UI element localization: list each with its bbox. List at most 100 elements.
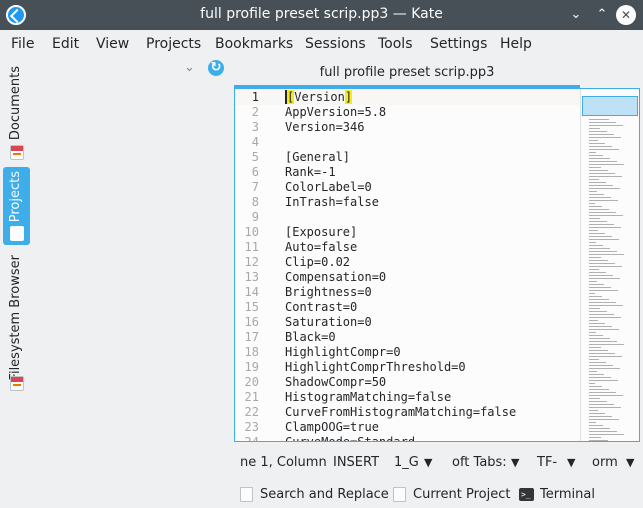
editor-line[interactable]: 3 Version=346 — [235, 120, 580, 135]
minimize-icon[interactable]: ⌄ — [566, 5, 586, 25]
editor-line[interactable]: 18 HighlightCompr=0 — [235, 345, 580, 360]
dictionary-selector[interactable]: 1_G — [394, 455, 419, 470]
editor-line[interactable]: 22 CurveFromHistogramMatching=false — [235, 405, 580, 420]
title-bar: full profile preset scrip.pp3 — Kate ⌄ ⌃… — [0, 0, 643, 30]
minimap-line — [589, 398, 600, 399]
editor-line[interactable]: 8 InTrash=false — [235, 195, 580, 210]
minimap-line — [589, 356, 622, 357]
minimap-line — [589, 239, 619, 240]
sidebar-tab-documents[interactable]: Documents — [3, 62, 30, 162]
minimap-line — [589, 233, 605, 234]
editor-line[interactable]: 10 [Exposure] — [235, 225, 580, 240]
editor-line[interactable]: 4 — [235, 135, 580, 150]
editor-line[interactable]: 15 Contrast=0 — [235, 300, 580, 315]
editor-line[interactable]: 12 Clip=0.02 — [235, 255, 580, 270]
minimap-line — [589, 377, 611, 378]
editor-line[interactable]: 5 [General] — [235, 150, 580, 165]
line-text: [Version] — [285, 90, 353, 104]
minimap-line — [589, 395, 623, 396]
editor-line[interactable]: 7 ColorLabel=0 — [235, 180, 580, 195]
editor-line[interactable]: 23 ClampOOG=true — [235, 420, 580, 435]
cursor-position[interactable]: ne 1, Column — [240, 455, 327, 470]
minimap-line — [589, 134, 614, 135]
editor-line[interactable]: 11 Auto=false — [235, 240, 580, 255]
minimap-line — [589, 197, 611, 198]
minimap-line — [589, 335, 603, 336]
line-number: 2 — [251, 105, 259, 119]
minimap-line — [589, 161, 617, 162]
editor-line[interactable]: 19 HighlightComprThreshold=0 — [235, 360, 580, 375]
minimap-line — [589, 257, 601, 258]
menu-bookmarks[interactable]: Bookmarks — [215, 36, 293, 52]
line-text: Brightness=0 — [285, 285, 372, 299]
minimap-line — [589, 269, 599, 270]
menu-bar: File Edit View Projects Bookmarks Sessio… — [0, 30, 643, 58]
chevron-down-icon[interactable]: ▼ — [626, 456, 634, 469]
format-selector[interactable]: orm — [592, 455, 618, 470]
menu-sessions[interactable]: Sessions — [305, 36, 366, 52]
editor-line[interactable]: 21 HistogramMatching=false — [235, 390, 580, 405]
editor-line[interactable]: 13 Compensation=0 — [235, 270, 580, 285]
terminal-button[interactable]: Terminal — [540, 487, 595, 502]
editor-line[interactable]: 17 Black=0 — [235, 330, 580, 345]
window-title: full profile preset scrip.pp3 — Kate — [200, 6, 443, 22]
editor-line[interactable]: 16 Saturation=0 — [235, 315, 580, 330]
minimap-line — [589, 365, 613, 366]
encoding-selector[interactable]: TF- — [537, 455, 557, 470]
editor-line[interactable]: 14 Brightness=0 — [235, 285, 580, 300]
minimap-line — [589, 149, 619, 150]
minimap-line — [589, 218, 600, 219]
menu-settings[interactable]: Settings — [430, 36, 487, 52]
tab-document[interactable]: full profile preset scrip.pp3 — [234, 61, 580, 88]
minimap-line — [589, 167, 601, 168]
chevron-down-icon[interactable]: ▼ — [424, 456, 432, 469]
editor-line[interactable]: 6 Rank=-1 — [235, 165, 580, 180]
minimap-line — [589, 206, 602, 207]
minimap-line — [589, 380, 618, 381]
current-project-button[interactable]: Current Project — [413, 487, 510, 502]
menu-edit[interactable]: Edit — [52, 36, 79, 52]
minimap-line — [589, 176, 622, 177]
sidebar-tab-projects[interactable]: Projects — [3, 167, 30, 245]
minimap-line — [589, 212, 616, 213]
minimap-line — [589, 272, 606, 273]
projects-icon — [10, 226, 24, 241]
menu-view[interactable]: View — [96, 36, 129, 52]
minimap-line — [589, 188, 620, 189]
chevron-down-icon[interactable]: ▼ — [511, 456, 519, 469]
chevron-down-icon[interactable]: ⌄ — [184, 60, 195, 75]
editor-line[interactable]: 9 — [235, 210, 580, 225]
maximize-icon[interactable]: ⌃ — [592, 5, 612, 25]
minimap-line — [589, 371, 597, 372]
text-editor[interactable]: 1 [Version] 2 AppVersion=5.8 3 Version=346 4 5 [… — [234, 88, 640, 442]
line-number: 10 — [244, 225, 259, 239]
editor-line[interactable]: 2 AppVersion=5.8 — [235, 105, 580, 120]
sidebar-tab-filesystem-browser[interactable]: Filesystem Browser — [3, 251, 30, 396]
documents-icon — [10, 145, 24, 160]
minimap-line — [589, 281, 597, 282]
line-text: HighlightComprThreshold=0 — [285, 360, 466, 374]
refresh-icon[interactable]: ↻ — [208, 60, 224, 76]
editor-line[interactable]: 1 [Version] — [235, 90, 580, 105]
menu-file[interactable]: File — [11, 36, 34, 52]
chevron-down-icon[interactable]: ▼ — [567, 456, 575, 469]
minimap-line — [589, 131, 607, 132]
close-icon[interactable]: ✕ — [616, 5, 636, 25]
menu-tools[interactable]: Tools — [378, 36, 413, 52]
input-mode[interactable]: INSERT — [333, 455, 379, 470]
editor-line[interactable]: 20 ShadowCompr=50 — [235, 375, 580, 390]
menu-help[interactable]: Help — [500, 36, 532, 52]
indent-selector[interactable]: oft Tabs: — [452, 455, 507, 470]
terminal-icon: >_ — [519, 488, 534, 501]
minimap-scrollbar[interactable] — [580, 89, 639, 441]
minimap-line — [589, 416, 612, 417]
line-text: HighlightCompr=0 — [285, 345, 401, 359]
minimap-line — [589, 305, 623, 306]
minimap-viewport[interactable] — [582, 96, 638, 116]
line-number: 5 — [251, 150, 259, 164]
search-and-replace-button[interactable]: Search and Replace — [260, 487, 389, 502]
minimap-line — [589, 296, 602, 297]
menu-projects[interactable]: Projects — [146, 36, 201, 52]
line-text: Black=0 — [285, 330, 336, 344]
editor-line[interactable]: 24 CurveMode=Standard — [235, 435, 580, 441]
